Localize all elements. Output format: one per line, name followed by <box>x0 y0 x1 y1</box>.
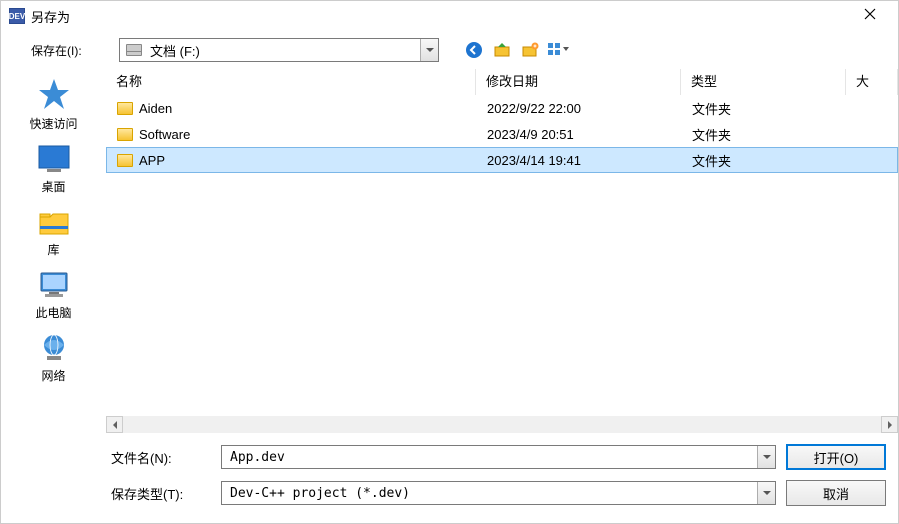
dropdown-button[interactable] <box>420 39 438 61</box>
header-name[interactable]: 名称 <box>106 69 476 95</box>
file-date-cell: 2022/9/22 22:00 <box>477 101 682 116</box>
view-icon <box>547 41 569 59</box>
view-menu-button[interactable] <box>547 39 569 61</box>
dropdown-button[interactable] <box>757 446 775 468</box>
nav-icons <box>463 39 569 61</box>
location-combobox[interactable]: 文档 (F:) <box>119 38 439 62</box>
titlebar: DEV 另存为 <box>1 1 898 31</box>
up-folder-icon <box>493 41 511 59</box>
header-type[interactable]: 类型 <box>681 69 846 95</box>
chevron-down-icon <box>763 489 771 497</box>
filetype-combobox[interactable]: Dev-C++ project (*.dev) <box>221 481 776 505</box>
file-type-cell: 文件夹 <box>682 99 847 118</box>
filename-value: App.dev <box>222 450 757 465</box>
network-icon <box>37 333 71 363</box>
file-name: Software <box>139 127 190 142</box>
file-area: 名称 修改日期 类型 大 Aiden2022/9/22 22:00文件夹Soft… <box>106 69 898 433</box>
header-size[interactable]: 大 <box>846 69 898 95</box>
open-button-label: 打开(O) <box>814 448 859 467</box>
dropdown-button[interactable] <box>757 482 775 504</box>
filetype-label: 保存类型(T): <box>111 484 211 503</box>
file-name: Aiden <box>139 101 172 116</box>
close-button[interactable] <box>850 8 890 24</box>
place-label: 快速访问 <box>29 115 77 132</box>
desktop-icon <box>37 144 71 174</box>
chevron-down-icon <box>763 453 771 461</box>
file-name-cell: Software <box>107 127 477 142</box>
up-button[interactable] <box>491 39 513 61</box>
back-button[interactable] <box>463 39 485 61</box>
file-name-cell: Aiden <box>107 101 477 116</box>
file-row[interactable]: APP 2023/4/14 19:41文件夹 <box>106 147 898 173</box>
toolbar: 保存在(I): 文档 (F:) <box>1 31 898 69</box>
libraries-icon <box>37 207 71 237</box>
scroll-right-button[interactable] <box>881 416 898 433</box>
place-quick-access[interactable]: 快速访问 <box>14 73 94 134</box>
place-network[interactable]: 网络 <box>14 329 94 386</box>
computer-icon <box>37 270 71 300</box>
place-label: 库 <box>47 241 59 258</box>
cancel-button[interactable]: 取消 <box>786 480 886 506</box>
place-this-pc[interactable]: 此电脑 <box>14 266 94 323</box>
scroll-left-button[interactable] <box>106 416 123 433</box>
back-icon <box>465 41 483 59</box>
filename-combobox[interactable]: App.dev <box>221 445 776 469</box>
file-name-cell: APP <box>107 153 477 168</box>
window-title: 另存为 <box>31 7 850 26</box>
chevron-down-icon <box>426 46 434 54</box>
chevron-right-icon <box>886 421 894 429</box>
file-date-cell: 2023/4/14 19:41 <box>477 153 682 168</box>
new-folder-icon <box>521 41 539 59</box>
folder-icon <box>117 102 133 115</box>
save-as-dialog: DEV 另存为 保存在(I): 文档 (F:) <box>0 0 899 524</box>
bottom-panel: 文件名(N): App.dev 打开(O) 保存类型(T): Dev-C++ p… <box>1 433 898 523</box>
file-list[interactable]: Aiden2022/9/22 22:00文件夹Software2023/4/9 … <box>106 95 898 416</box>
places-bar: 快速访问 桌面 库 此电脑 网络 <box>1 69 106 433</box>
cancel-button-label: 取消 <box>823 484 849 503</box>
place-label: 桌面 <box>41 178 65 195</box>
horizontal-scrollbar[interactable] <box>106 416 898 433</box>
file-type-cell: 文件夹 <box>682 125 847 144</box>
body: 快速访问 桌面 库 此电脑 网络 名称 修改日期 类型 <box>1 69 898 433</box>
file-row[interactable]: Aiden 2022/9/22 22:00文件夹 <box>106 95 898 121</box>
folder-icon <box>117 128 133 141</box>
filetype-value: Dev-C++ project (*.dev) <box>222 486 757 501</box>
filename-row: 文件名(N): App.dev 打开(O) <box>111 439 886 475</box>
chevron-left-icon <box>111 421 119 429</box>
quick-access-icon <box>37 77 71 111</box>
place-label: 网络 <box>41 367 65 384</box>
close-icon <box>864 8 876 20</box>
new-folder-button[interactable] <box>519 39 541 61</box>
save-in-label: 保存在(I): <box>31 42 111 59</box>
app-icon: DEV <box>9 8 25 24</box>
place-label: 此电脑 <box>35 304 71 321</box>
file-row[interactable]: Software 2023/4/9 20:51文件夹 <box>106 121 898 147</box>
filetype-row: 保存类型(T): Dev-C++ project (*.dev) 取消 <box>111 475 886 511</box>
place-libraries[interactable]: 库 <box>14 203 94 260</box>
folder-icon <box>117 154 133 167</box>
header-date[interactable]: 修改日期 <box>476 69 681 95</box>
place-desktop[interactable]: 桌面 <box>14 140 94 197</box>
file-name: APP <box>139 153 165 168</box>
file-type-cell: 文件夹 <box>682 151 847 170</box>
column-headers: 名称 修改日期 类型 大 <box>106 69 898 95</box>
file-date-cell: 2023/4/9 20:51 <box>477 127 682 142</box>
location-text: 文档 (F:) <box>148 41 420 60</box>
open-button[interactable]: 打开(O) <box>786 444 886 470</box>
drive-icon <box>126 44 142 56</box>
filename-label: 文件名(N): <box>111 448 211 467</box>
